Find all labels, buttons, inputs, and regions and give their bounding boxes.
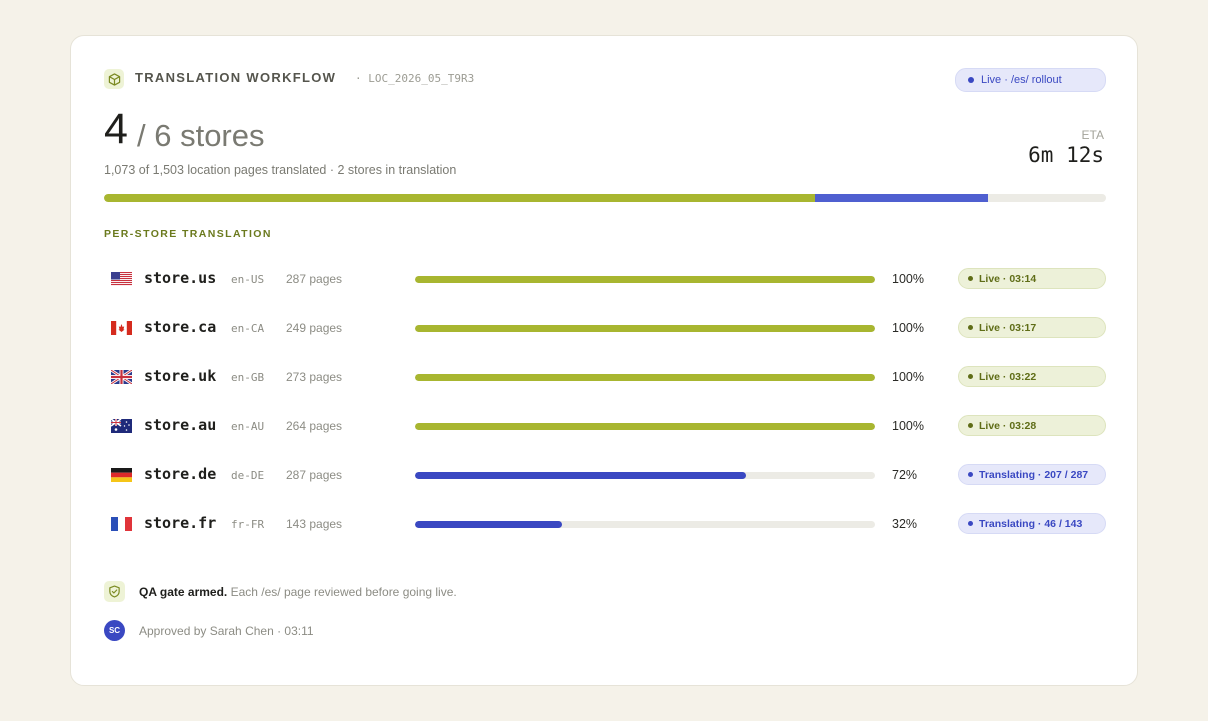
store-page-count: 249 pages	[286, 321, 343, 335]
run-id: · LOC_2026_05_T9R3	[355, 72, 475, 85]
qa-gate-note: QA gate armed. Each /es/ page reviewed b…	[139, 585, 457, 599]
store-progress-fill	[415, 325, 875, 332]
workflow-card: TRANSLATION WORKFLOW · LOC_2026_05_T9R3 …	[70, 35, 1138, 686]
store-row-au[interactable]: store.au en-AU 264 pages 100% Live · 03:28	[104, 414, 1106, 438]
flag-de-icon	[111, 468, 132, 482]
store-locale: en-US	[231, 273, 265, 286]
store-progress-bar	[415, 472, 875, 479]
store-page-count: 287 pages	[286, 272, 343, 286]
store-status-badge[interactable]: Live · 03:28	[958, 415, 1106, 436]
store-progress-bar	[415, 521, 875, 528]
store-percent: 100%	[892, 419, 924, 433]
store-status-label: Live · 03:14	[979, 272, 1037, 285]
status-dot-icon	[968, 374, 973, 379]
workflow-title: TRANSLATION WORKFLOW	[135, 70, 337, 85]
flag-us-icon	[111, 272, 132, 286]
store-page-count: 273 pages	[286, 370, 343, 384]
store-percent: 100%	[892, 321, 924, 335]
store-status-badge[interactable]: Live · 03:17	[958, 317, 1106, 338]
store-page-count: 264 pages	[286, 419, 343, 433]
store-name[interactable]: store.ca	[144, 318, 216, 336]
flag-ca-icon	[111, 321, 132, 335]
completed-store-count: 4	[104, 105, 128, 153]
store-progress-fill	[415, 423, 875, 430]
status-dot-icon	[968, 423, 973, 428]
store-status-label: Translating · 207 / 287	[979, 468, 1089, 481]
status-dot-icon	[968, 521, 973, 526]
store-percent: 100%	[892, 370, 924, 384]
store-row-ca[interactable]: store.ca en-CA 249 pages 100% Live · 03:17	[104, 316, 1106, 340]
store-status-label: Translating · 46 / 143	[979, 517, 1083, 530]
store-progress-fill	[415, 374, 875, 381]
avatar[interactable]: SC	[104, 620, 125, 641]
store-progress-bar	[415, 374, 875, 381]
summary-detail: 1,073 of 1,503 location pages translated…	[104, 163, 457, 177]
status-dot-icon	[968, 77, 974, 83]
store-locale: de-DE	[231, 469, 265, 482]
store-locale: en-CA	[231, 322, 265, 335]
store-page-count: 143 pages	[286, 517, 343, 531]
store-progress-fill	[415, 472, 747, 479]
status-dot-icon	[968, 325, 973, 330]
store-status-label: Live · 03:17	[979, 321, 1037, 334]
flag-gb-icon	[111, 370, 132, 384]
store-status-badge[interactable]: Live · 03:22	[958, 366, 1106, 387]
store-row-us[interactable]: store.us en-US 287 pages 100% Live · 03:14	[104, 267, 1106, 291]
store-percent: 72%	[892, 468, 918, 482]
store-percent: 32%	[892, 517, 918, 531]
store-name[interactable]: store.de	[144, 465, 216, 483]
store-name[interactable]: store.au	[144, 416, 216, 434]
eta-value: 6m 12s	[1028, 143, 1104, 167]
store-name[interactable]: store.uk	[144, 367, 216, 385]
flag-fr-icon	[111, 517, 132, 531]
store-percent: 100%	[892, 272, 924, 286]
store-progress-bar	[415, 423, 875, 430]
store-row-de[interactable]: store.de de-DE 287 pages 72% Translating · 2…	[104, 463, 1106, 487]
cube-icon	[104, 69, 124, 89]
store-name[interactable]: store.fr	[144, 514, 216, 532]
store-status-badge[interactable]: Translating · 207 / 287	[958, 464, 1106, 485]
store-locale: fr-FR	[231, 518, 265, 531]
flag-au-icon	[111, 419, 132, 433]
qa-gate-title: QA gate armed.	[139, 585, 228, 599]
total-stores-label: / 6 stores	[137, 118, 265, 153]
rollout-status-label: Live · /es/ rollout	[981, 74, 1062, 86]
overall-progress-done	[104, 194, 816, 202]
section-title: PER-STORE TRANSLATION	[104, 228, 272, 240]
store-page-count: 287 pages	[286, 468, 343, 482]
approval-note: Approved by Sarah Chen · 03:11	[139, 624, 314, 638]
store-progress-bar	[415, 276, 875, 283]
store-status-badge[interactable]: Live · 03:14	[958, 268, 1106, 289]
rollout-status-badge[interactable]: Live · /es/ rollout	[955, 68, 1106, 92]
qa-gate-text: Each /es/ page reviewed before going liv…	[227, 585, 457, 599]
store-status-label: Live · 03:28	[979, 419, 1037, 432]
store-progress-fill	[415, 276, 875, 283]
store-locale: en-AU	[231, 420, 265, 433]
store-progress-fill	[415, 521, 563, 528]
store-progress-bar	[415, 325, 875, 332]
overall-progress-bar	[104, 194, 1106, 202]
store-locale: en-GB	[231, 371, 265, 384]
store-status-badge[interactable]: Translating · 46 / 143	[958, 513, 1106, 534]
status-dot-icon	[968, 472, 973, 477]
status-dot-icon	[968, 276, 973, 281]
store-status-label: Live · 03:22	[979, 370, 1037, 383]
store-row-gb[interactable]: store.uk en-GB 273 pages 100% Live · 03:22	[104, 365, 1106, 389]
store-name[interactable]: store.us	[144, 269, 216, 287]
overall-progress-in-progress	[815, 194, 988, 202]
eta-label: ETA	[1081, 128, 1104, 142]
shield-check-icon	[104, 581, 125, 602]
store-row-fr[interactable]: store.fr fr-FR 143 pages 32% Translating · 4…	[104, 512, 1106, 536]
